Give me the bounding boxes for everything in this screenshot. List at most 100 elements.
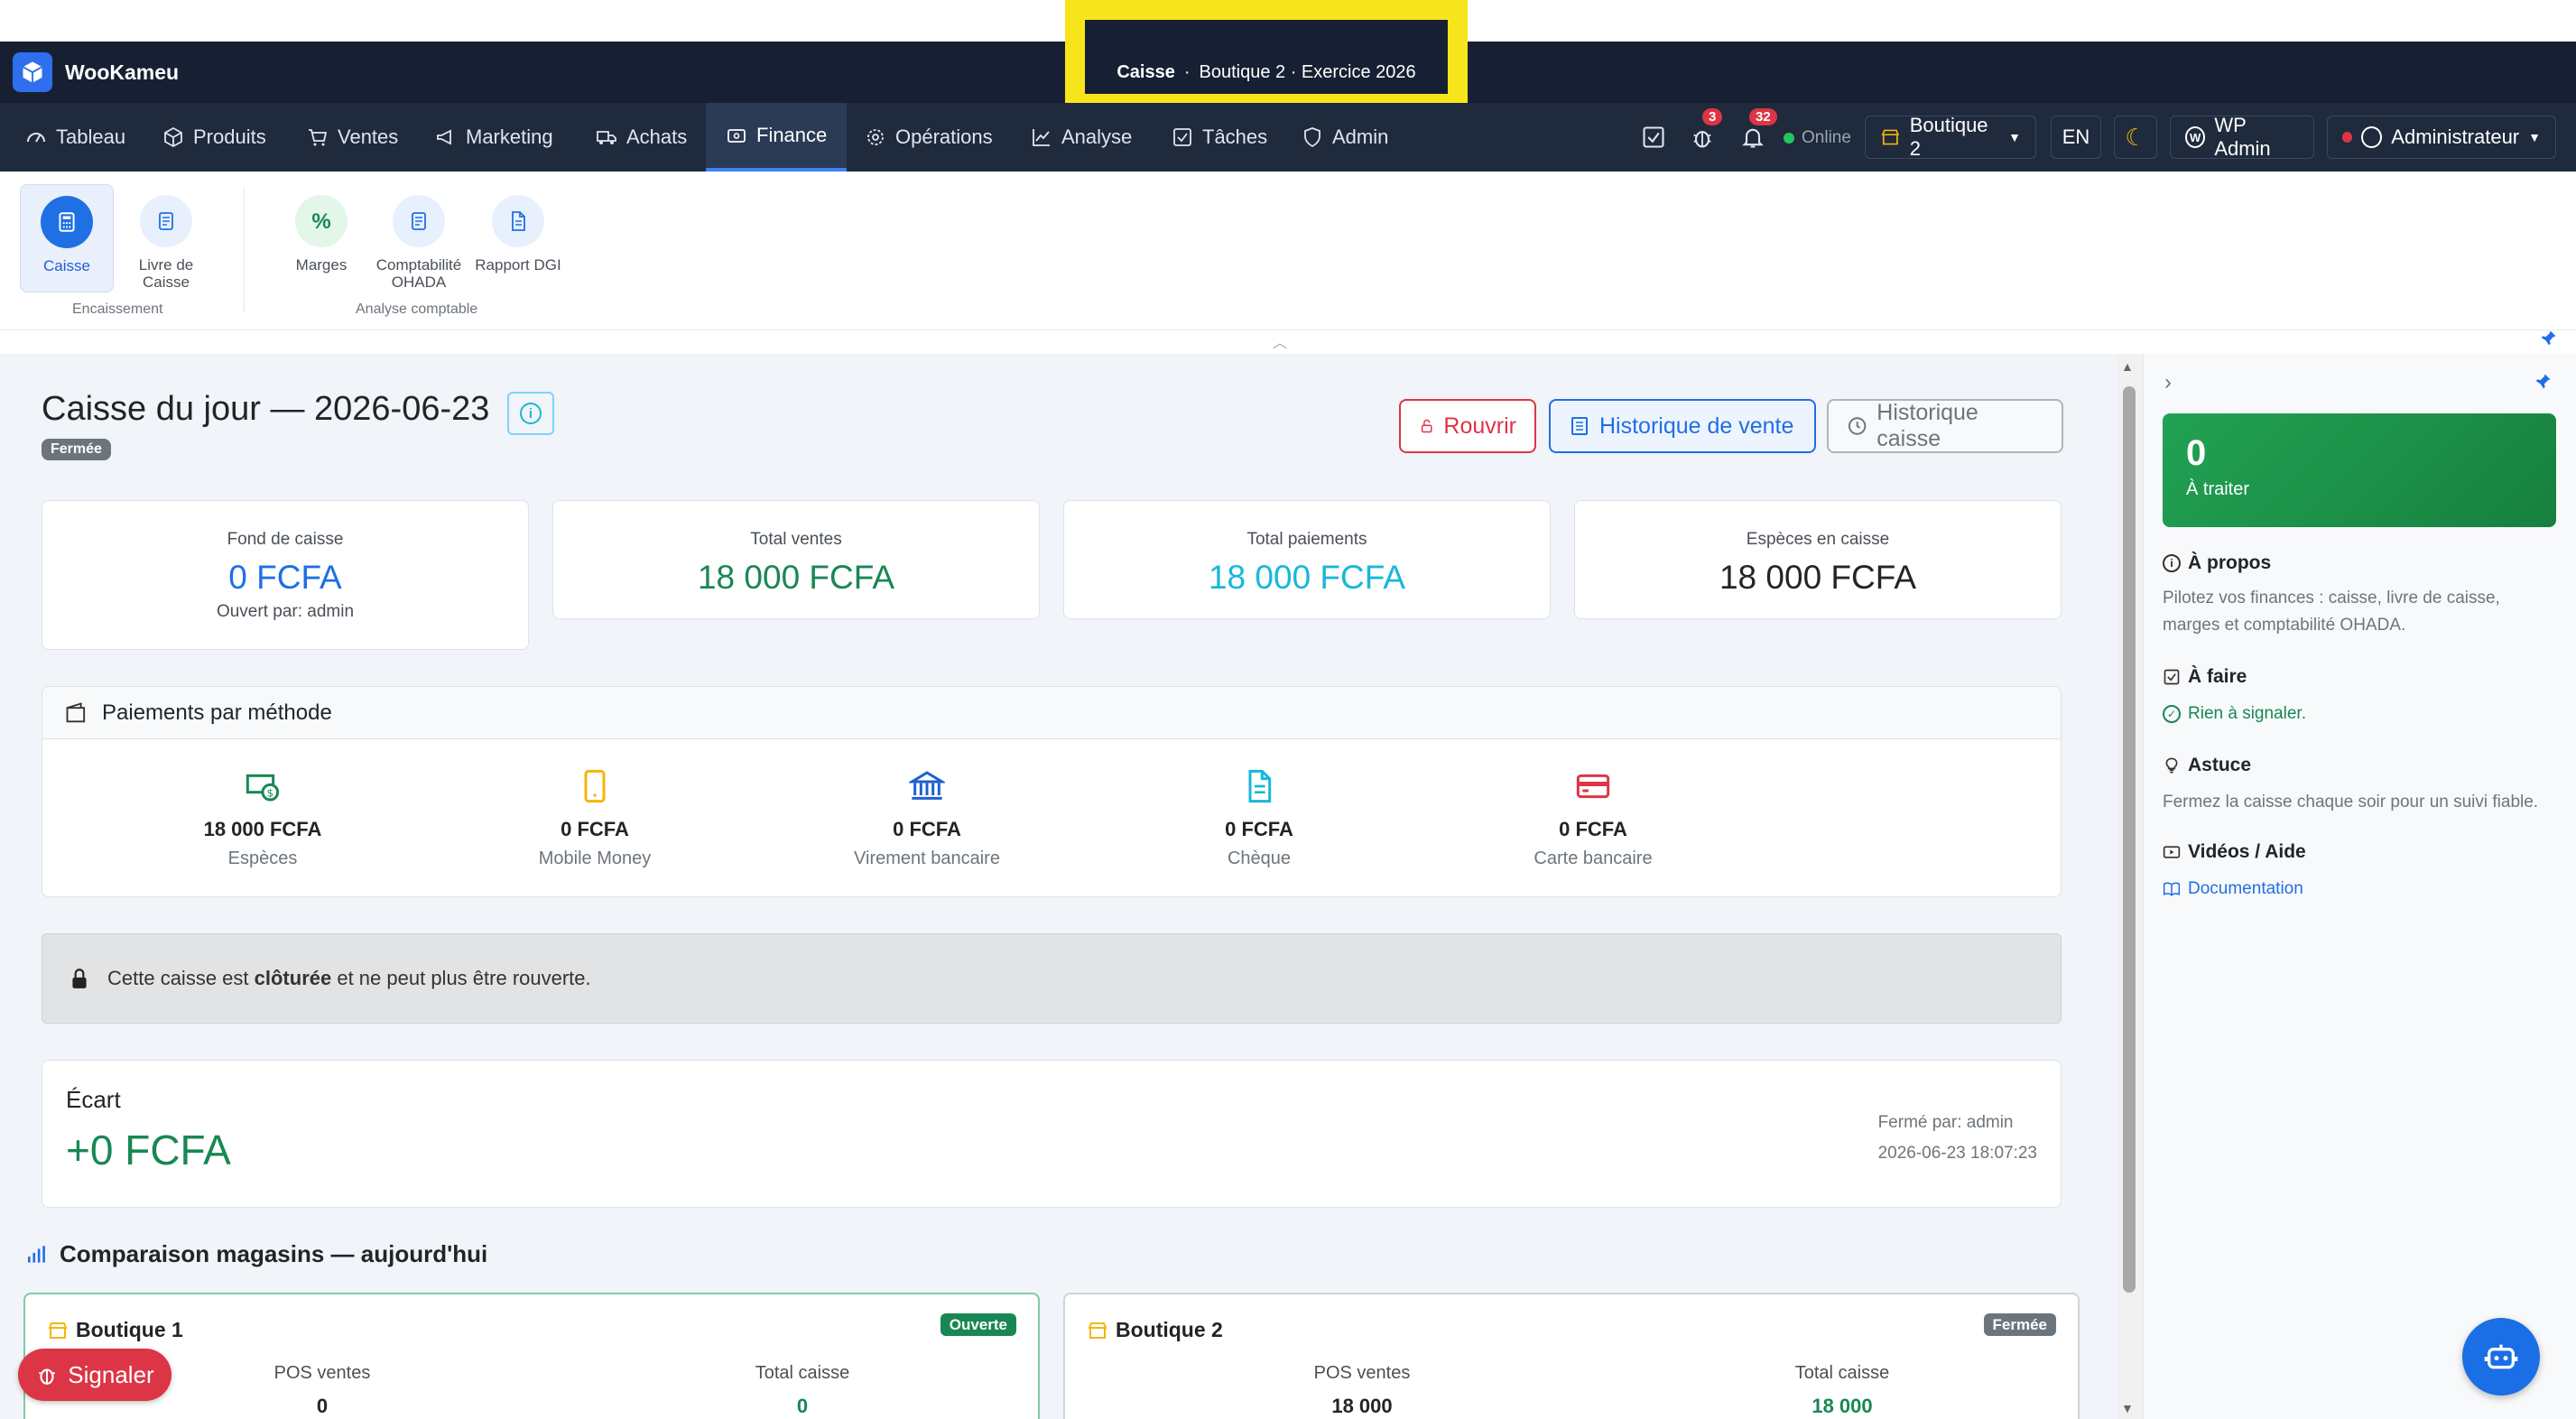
dark-mode-toggle[interactable]: ☾	[2114, 116, 2157, 159]
user-label: Administrateur	[2391, 125, 2520, 148]
ecart-card: Écart +0 FCFA Fermé par: admin 2026-06-2…	[42, 1060, 2062, 1208]
subnav-group-analyse: Analyse comptable	[356, 301, 478, 317]
subnav-rapport-dgi[interactable]: Rapport DGI	[471, 184, 565, 292]
stat-label: Espèces en caisse	[1746, 530, 1890, 549]
store-total-value: 18 000	[1812, 1395, 1873, 1417]
nav-achats[interactable]: Achats	[576, 103, 707, 172]
report-bug-label: Signaler	[68, 1360, 154, 1388]
bell-icon[interactable]	[1740, 125, 1765, 154]
chevron-right-icon[interactable]: ›	[2164, 370, 2172, 395]
info-button[interactable]: i	[507, 392, 554, 435]
app-logo-icon[interactable]	[13, 52, 52, 92]
payment-mobile-money: 0 FCFA Mobile Money	[477, 768, 712, 869]
nav-admin[interactable]: Admin	[1282, 103, 1408, 172]
context-highlight-box	[1065, 0, 1468, 114]
status-badge: Fermée	[42, 439, 111, 460]
store-selector[interactable]: Boutique 2 ▼	[1865, 114, 2036, 160]
stat-total-ventes: Total ventes 18 000 FCFA	[552, 500, 1040, 619]
app-brand[interactable]: WooKameu	[65, 42, 179, 103]
bug-icon[interactable]	[1690, 125, 1715, 154]
moon-icon: ☾	[2125, 123, 2146, 151]
nav-operations[interactable]: Opérations	[845, 103, 1013, 172]
report-file-icon	[492, 195, 544, 247]
stat-label: Total ventes	[750, 530, 842, 549]
subnav-comptabilite[interactable]: Comptabilité OHADA	[372, 184, 466, 292]
nav-label: Opérations	[895, 125, 993, 148]
todo-title: À faire	[2188, 666, 2247, 687]
pin-icon[interactable]	[2534, 372, 2553, 394]
store-pos: POS ventes 18 000	[1285, 1363, 1439, 1418]
videos-title: Vidéos / Aide	[2188, 841, 2306, 862]
cheque-file-icon	[1248, 769, 1272, 803]
online-dot-icon	[1784, 133, 1794, 144]
documentation-link-text: Documentation	[2188, 879, 2303, 898]
user-avatar-icon	[2361, 126, 2383, 148]
subnav-divider	[244, 188, 245, 312]
todo-heading: À faire	[2163, 666, 2247, 688]
stat-fond-caisse: Fond de caisse 0 FCFA Ouvert par: admin	[42, 500, 529, 650]
store-pos-label: POS ventes	[1313, 1363, 1411, 1383]
store-total-label: Total caisse	[755, 1363, 850, 1383]
payment-name: Chèque	[1227, 849, 1292, 868]
subnav-marges[interactable]: % Marges	[274, 184, 368, 292]
store-pos: POS ventes 0	[246, 1363, 399, 1418]
report-bug-button[interactable]: Signaler	[18, 1349, 171, 1401]
finance-subnav: Caisse Livre de Caisse Encaissement % Ma…	[0, 172, 2576, 330]
sales-history-label: Historique de vente	[1599, 413, 1794, 439]
clock-icon	[1848, 417, 1867, 435]
online-status: Online	[1784, 128, 1851, 148]
store-name: Boutique 1	[47, 1318, 183, 1342]
store-total: Total caisse 18 000	[1765, 1363, 1919, 1418]
todo-summary-card[interactable]: 0 À traiter	[2163, 413, 2556, 527]
ecart-closed-by: Fermé par: admin	[1877, 1113, 2014, 1132]
nav-tableau[interactable]: Tableau	[5, 103, 145, 172]
lang-label: EN	[2062, 125, 2090, 148]
chatbot-button[interactable]	[2462, 1318, 2540, 1396]
payment-amount: 0 FCFA	[893, 818, 961, 840]
stat-label: Fond de caisse	[227, 530, 344, 549]
nav-ventes[interactable]: Ventes	[287, 103, 418, 172]
nav-finance[interactable]: Finance	[706, 103, 848, 172]
wallet-icon	[727, 129, 746, 143]
payment-carte: 0 FCFA Carte bancaire	[1476, 768, 1710, 869]
collapse-chevron-up-icon[interactable]: ︿	[1273, 330, 1287, 352]
credit-card-icon	[1576, 774, 1610, 799]
alert-text-pre: Cette caisse est	[107, 967, 255, 989]
alert-text-post: et ne peut plus être rouverte.	[331, 967, 591, 989]
nav-label: Achats	[626, 125, 688, 148]
reopen-button[interactable]: Rouvrir	[1399, 399, 1536, 453]
online-label: Online	[1802, 128, 1851, 147]
nav-taches[interactable]: Tâches	[1152, 103, 1287, 172]
scroll-up-icon[interactable]: ▲	[2121, 359, 2134, 374]
nav-analyse[interactable]: Analyse	[1011, 103, 1152, 172]
stat-label: Total paiements	[1246, 530, 1367, 549]
subnav-caisse[interactable]: Caisse	[20, 184, 114, 292]
documentation-link[interactable]: Documentation	[2163, 876, 2542, 903]
lang-button[interactable]: EN	[2051, 116, 2101, 159]
tasks-check-icon[interactable]	[1641, 125, 1666, 154]
payment-name: Carte bancaire	[1534, 849, 1653, 868]
store-status-badge: Fermée	[1983, 1313, 2056, 1336]
scrollbar-thumb[interactable]	[2123, 386, 2136, 1293]
wp-admin-button[interactable]: W WP Admin	[2170, 114, 2314, 160]
todo-label: À traiter	[2186, 479, 2250, 499]
store-total: Total caisse 0	[726, 1363, 879, 1418]
unlock-icon	[1421, 419, 1432, 433]
cash-history-button[interactable]: Historique caisse	[1827, 399, 2063, 453]
compare-title: Comparaison magasins — aujourd'hui	[25, 1240, 487, 1268]
subnav-label: Caisse	[143, 274, 190, 291]
nav-marketing[interactable]: Marketing	[415, 103, 573, 172]
scroll-down-icon[interactable]: ▼	[2121, 1401, 2134, 1415]
stat-value: 18 000 FCFA	[1719, 559, 1916, 596]
subnav-label: Livre de	[138, 256, 194, 274]
phone-icon	[584, 769, 606, 803]
pin-icon[interactable]	[2540, 329, 2558, 351]
bank-icon	[906, 771, 948, 800]
nav-produits[interactable]: Produits	[143, 103, 286, 172]
sales-history-button[interactable]: Historique de vente	[1549, 399, 1816, 453]
nav-label: Admin	[1332, 125, 1389, 148]
subnav-livre-caisse[interactable]: Livre de Caisse	[119, 184, 213, 292]
user-menu[interactable]: Administrateur ▼	[2327, 116, 2556, 159]
wordpress-icon: W	[2185, 126, 2206, 148]
wp-admin-label: WP Admin	[2214, 114, 2271, 160]
